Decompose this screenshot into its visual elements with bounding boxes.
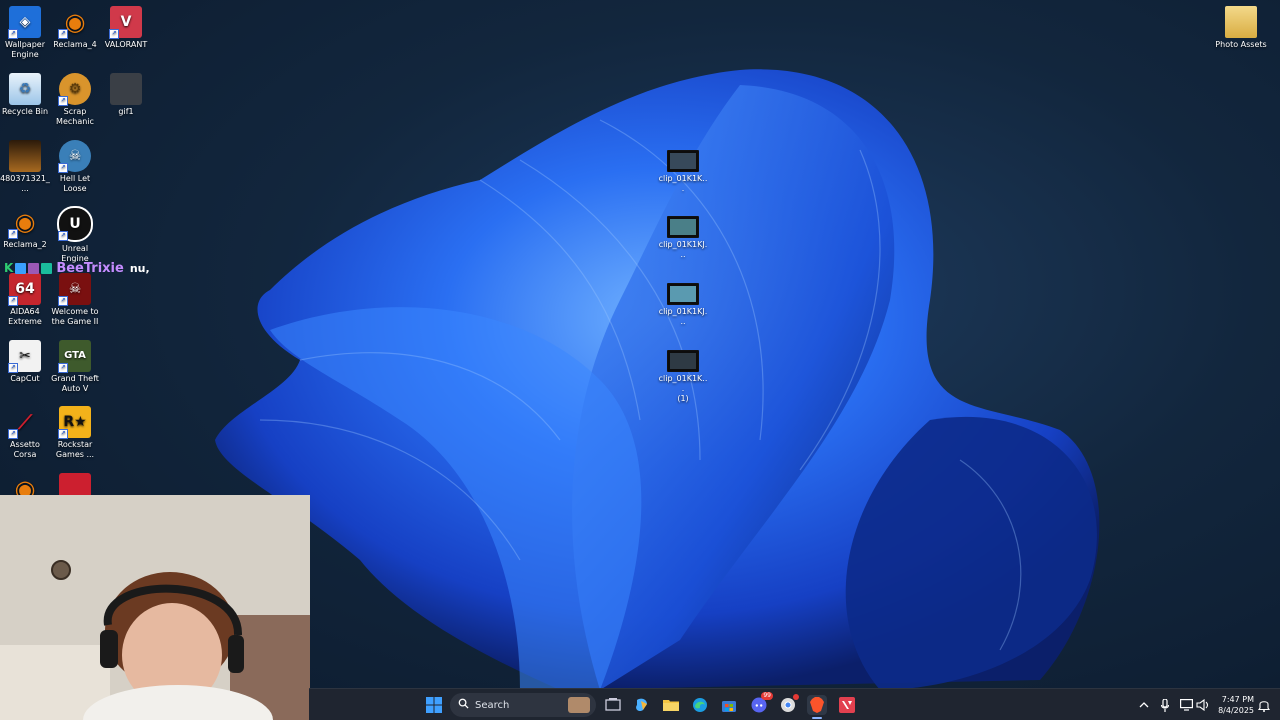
desktop-icon-hell-let-loose[interactable]: ☠ ↗ Hell Let Loose bbox=[50, 140, 100, 194]
desktop-icon-scrap-mechanic[interactable]: ⚙ ↗ Scrap Mechanic bbox=[50, 73, 100, 127]
desktop-icon-reclama-4[interactable]: ◉ ↗ Reclama_4 bbox=[50, 6, 100, 50]
aida64-icon: 64 ↗ bbox=[8, 273, 41, 306]
desktop-icon-welcome-to-the-game[interactable]: ☠ ↗ Welcome to the Game II bbox=[50, 273, 100, 327]
image-file-icon bbox=[9, 140, 41, 172]
taskbar: Search 99 7:47 PM 8/4/2025 bbox=[309, 688, 1280, 720]
clock-date: 8/4/2025 bbox=[1218, 706, 1254, 715]
taskbar-clock[interactable]: 7:47 PM 8/4/2025 bbox=[1208, 694, 1254, 716]
notification-badge: 99 bbox=[761, 692, 773, 700]
wallpaper-engine-icon: ◈ ↗ bbox=[8, 6, 41, 39]
store-icon[interactable] bbox=[719, 695, 739, 715]
desktop-icon-gta-v[interactable]: GTA ↗ Grand Theft Auto V bbox=[50, 340, 100, 394]
blender-icon: ◉ ↗ bbox=[58, 6, 91, 39]
valorant-taskbar-icon[interactable] bbox=[837, 695, 857, 715]
desktop-icon-valorant[interactable]: V ↗ VALORANT bbox=[101, 6, 151, 50]
desktop-icon-aida64[interactable]: 64 ↗ AIDA64 Extreme bbox=[0, 273, 50, 327]
clip-label: clip_01K1K... bbox=[658, 374, 708, 393]
clip-suffix: (1) bbox=[677, 394, 689, 403]
desktop-icon-recycle-bin[interactable]: ♻ Recycle Bin bbox=[0, 73, 50, 117]
desktop-icon-assetto-corsa[interactable]: ⟋ ↗ Assetto Corsa bbox=[0, 406, 50, 460]
chat-overlay-message: K BeeTrixie nu, bbox=[4, 260, 150, 276]
notifications-icon[interactable] bbox=[1254, 695, 1274, 715]
skull-icon: ☠ ↗ bbox=[58, 273, 91, 306]
search-icon bbox=[458, 698, 469, 712]
file-explorer-icon[interactable] bbox=[661, 695, 681, 715]
hell-let-loose-icon: ☠ ↗ bbox=[58, 140, 91, 173]
video-file-icon bbox=[667, 216, 699, 238]
rockstar-icon: R★ ↗ bbox=[58, 406, 91, 439]
active-indicator bbox=[812, 717, 822, 719]
desktop-icon-photo-assets[interactable]: Photo Assets bbox=[1215, 6, 1267, 50]
video-file-icon bbox=[667, 283, 699, 305]
chat-badge-letter: K bbox=[4, 261, 14, 275]
gif-file-icon bbox=[110, 73, 142, 105]
desktop-icon-wallpaper-engine[interactable]: ◈ ↗ Wallpaper Engine bbox=[0, 6, 50, 60]
chat-username: BeeTrixie bbox=[56, 260, 124, 276]
video-file-icon bbox=[667, 350, 699, 372]
gta-v-icon: GTA ↗ bbox=[58, 340, 91, 373]
brave-icon[interactable] bbox=[807, 695, 827, 719]
recycle-bin-icon: ♻ bbox=[9, 73, 41, 105]
clip-file[interactable]: clip_01K1K... bbox=[658, 150, 708, 194]
chevron-up-icon[interactable] bbox=[1134, 695, 1154, 715]
unreal-engine-icon: U ↗ bbox=[57, 206, 93, 242]
clip-file[interactable]: clip_01K1KJ... bbox=[658, 283, 708, 327]
copilot-icon[interactable] bbox=[632, 695, 652, 715]
valorant-icon: V ↗ bbox=[109, 6, 142, 39]
microphone-icon[interactable] bbox=[1155, 695, 1175, 715]
search-highlight-icon bbox=[568, 697, 590, 713]
windows-start-icon[interactable] bbox=[424, 695, 444, 715]
capcut-icon: ✂ ↗ bbox=[8, 340, 41, 373]
task-view-icon[interactable] bbox=[603, 695, 623, 715]
chat-badge-icon bbox=[28, 262, 40, 274]
folder-icon bbox=[1225, 6, 1257, 38]
chat-badge-icon bbox=[15, 262, 27, 274]
edge-icon[interactable] bbox=[690, 695, 710, 715]
video-file-icon bbox=[667, 150, 699, 172]
chrome-icon[interactable] bbox=[778, 694, 799, 715]
recording-dot-icon bbox=[793, 694, 799, 700]
blender-icon: ◉ ↗ bbox=[8, 206, 41, 239]
assetto-corsa-icon: ⟋ ↗ bbox=[8, 406, 41, 439]
discord-icon[interactable]: 99 bbox=[749, 692, 773, 715]
clip-file[interactable]: clip_01K1K... (1) bbox=[658, 350, 708, 404]
desktop-icon-image-file[interactable]: 480371321_... bbox=[0, 140, 50, 194]
webcam-feed bbox=[0, 495, 310, 720]
chat-message: nu, bbox=[129, 261, 150, 275]
desktop-icon-rockstar-games[interactable]: R★ ↗ Rockstar Games ... bbox=[50, 406, 100, 460]
desktop-icon-capcut[interactable]: ✂ ↗ CapCut bbox=[0, 340, 50, 384]
chat-badge-icon bbox=[41, 262, 53, 274]
desktop-icon-gif1[interactable]: gif1 bbox=[101, 73, 151, 117]
taskbar-search[interactable]: Search bbox=[450, 693, 596, 717]
clip-file[interactable]: clip_01K1KJ... bbox=[658, 216, 708, 260]
clock-time: 7:47 PM bbox=[1221, 695, 1254, 704]
desktop-icon-reclama-2[interactable]: ◉ ↗ Reclama_2 bbox=[0, 206, 50, 250]
webcam-image bbox=[0, 495, 310, 720]
search-placeholder: Search bbox=[475, 699, 510, 711]
desktop-icon-unreal-engine[interactable]: U ↗ Unreal Engine bbox=[50, 206, 100, 264]
scrap-mechanic-icon: ⚙ ↗ bbox=[58, 73, 91, 106]
